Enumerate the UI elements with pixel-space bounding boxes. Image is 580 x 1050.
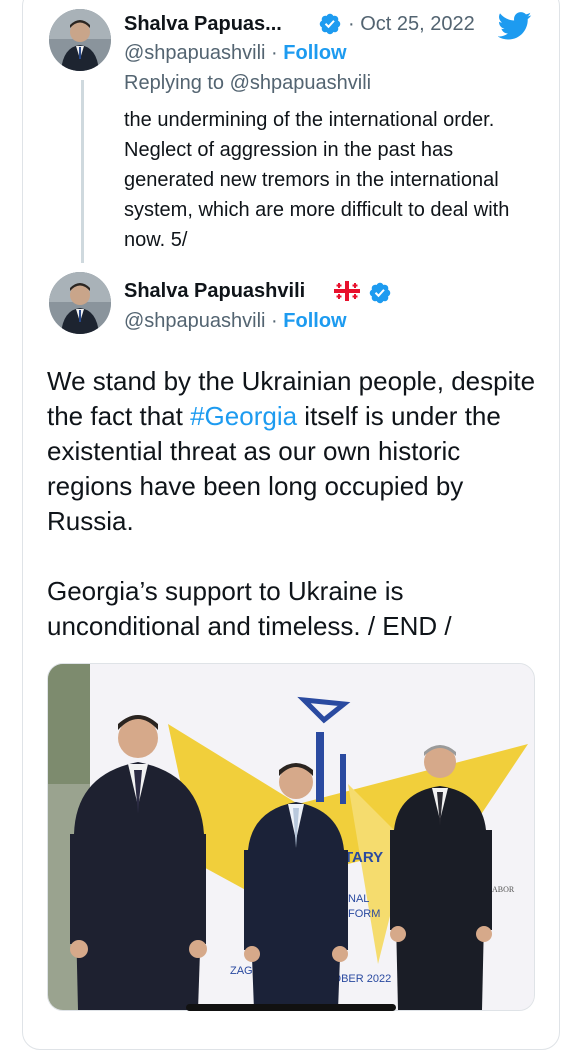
separator: · — [265, 310, 284, 332]
tweet-paragraph: Georgia’s support to Ukraine is uncondit… — [47, 576, 452, 641]
verified-badge-icon — [369, 282, 391, 304]
avatar[interactable] — [49, 9, 111, 71]
home-indicator[interactable] — [186, 1004, 396, 1011]
twitter-bird-icon[interactable] — [498, 12, 532, 40]
hashtag-link[interactable]: #Georgia — [190, 401, 297, 431]
author-name[interactable]: Shalva Papuashvili — [124, 280, 305, 303]
author-handle[interactable]: @shpapuashvili — [124, 42, 266, 64]
separator: · — [265, 42, 284, 64]
banner-text: FORM — [348, 908, 380, 920]
author-handle-row: @shpapuashvili · Follow — [124, 310, 347, 333]
author-handle[interactable]: @shpapuashvili — [124, 310, 266, 332]
tweet-date[interactable]: · Oct 25, 2022 — [348, 13, 475, 36]
replying-to[interactable]: Replying to @shpapuashvili — [124, 72, 371, 95]
tweet-text: We stand by the Ukrainian people, despit… — [47, 364, 547, 644]
author-handle-row: @shpapuashvili · Follow — [124, 42, 347, 65]
tweet-text: the undermining of the international ord… — [124, 109, 510, 251]
avatar[interactable] — [49, 272, 111, 334]
georgia-flag-icon — [334, 281, 360, 301]
tweet-photo[interactable]: TARY NAL FORM ZAGREB 2 TOBER 2022 ABOR — [47, 663, 535, 1011]
verified-badge-icon — [319, 13, 341, 35]
author-name[interactable]: Shalva Papuas... — [124, 13, 282, 36]
banner-text: ABOR — [492, 885, 515, 894]
banner-text: TARY — [344, 849, 383, 866]
tweet-paragraph: We stand by the Ukrainian people, despit… — [47, 364, 547, 539]
thread-line — [81, 80, 84, 263]
follow-button[interactable]: Follow — [283, 42, 346, 64]
follow-button[interactable]: Follow — [283, 310, 346, 332]
banner-text: NAL — [348, 893, 369, 905]
